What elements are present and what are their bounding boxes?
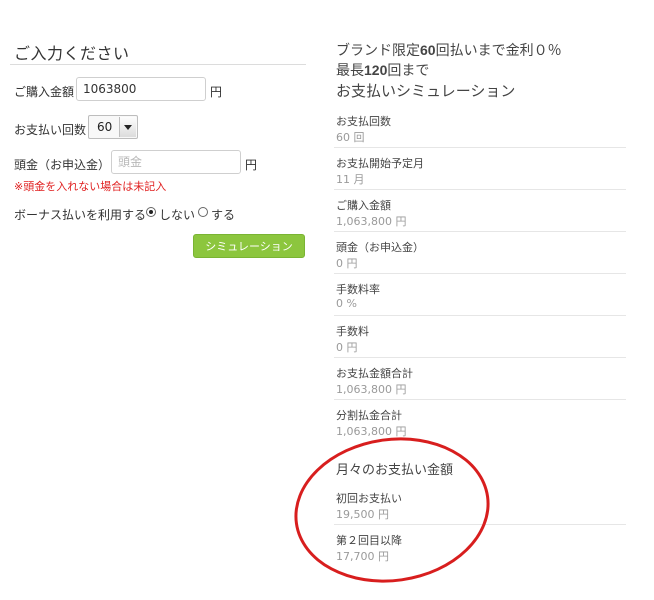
result-row-value: 1,063,800 円: [336, 215, 407, 228]
result-row-divider: [334, 147, 626, 148]
result-heading-line2: 最長120回まで: [336, 62, 430, 78]
result-heading-line1: ブランド限定60回払いまで金利０％: [336, 42, 562, 58]
deposit-unit: 円: [245, 158, 258, 172]
result-row-value: 0 円: [336, 257, 358, 270]
result-row-label: お支払回数: [336, 115, 391, 128]
form-title: ご入力ください: [14, 44, 130, 63]
result-row-label: お支払金額合計: [336, 367, 413, 380]
bonus-label: ボーナス払いを利用する: [14, 208, 147, 222]
result-row-divider: [334, 273, 626, 274]
purchase-amount-unit: 円: [210, 85, 223, 99]
result-row-label: 手数料率: [336, 283, 380, 296]
installments-label: お支払い回数: [14, 123, 87, 137]
result-row-label: ご購入金額: [336, 199, 391, 212]
result-row-divider: [334, 357, 626, 358]
highlight-ellipse: [284, 425, 500, 595]
deposit-input[interactable]: [111, 150, 241, 174]
purchase-amount-label: ご購入金額: [14, 85, 75, 99]
result-row-divider: [334, 315, 626, 316]
result-row-label: 頭金（お申込金）: [336, 241, 424, 254]
bonus-yes-radio[interactable]: [198, 207, 208, 217]
result-heading-line3: お支払いシミュレーション: [336, 83, 516, 100]
result-row-divider: [334, 399, 626, 400]
result-row-divider: [334, 231, 626, 232]
simulate-button[interactable]: シミュレーション: [193, 234, 305, 258]
result-row-label: 分割払金合計: [336, 409, 402, 422]
deposit-note: ※頭金を入れない場合は未記入: [14, 180, 167, 193]
bonus-yes-label[interactable]: する: [211, 206, 235, 223]
installments-select[interactable]: 60: [88, 115, 138, 139]
result-row-value: 60 回: [336, 131, 365, 144]
installments-selected-value: 60: [97, 120, 113, 134]
result-row-value: 0 円: [336, 341, 358, 354]
result-row-value: 0 %: [336, 297, 357, 310]
bonus-no-radio[interactable]: [146, 207, 156, 217]
form-title-divider: [10, 64, 306, 65]
bonus-no-label[interactable]: しない: [159, 206, 195, 223]
result-row-value: 1,063,800 円: [336, 383, 407, 396]
result-row-label: 手数料: [336, 325, 369, 338]
result-row-value: 11 月: [336, 173, 365, 186]
deposit-label: 頭金（お申込金）: [14, 158, 111, 172]
chevron-down-icon[interactable]: [119, 117, 136, 137]
result-row-label: お支払開始予定月: [336, 157, 424, 170]
purchase-amount-input[interactable]: [76, 77, 206, 101]
result-row-divider: [334, 189, 626, 190]
